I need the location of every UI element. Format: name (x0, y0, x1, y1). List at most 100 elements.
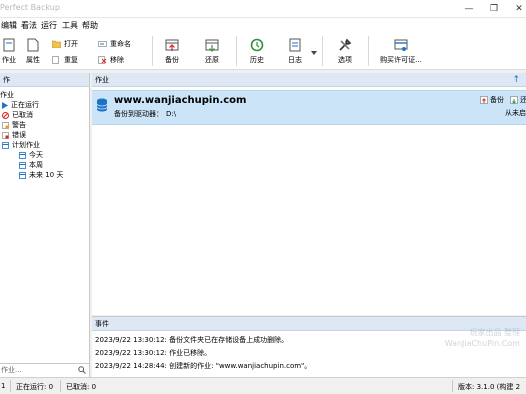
title-bar[interactable]: Perfect Backup — ❐ ✕ (0, 0, 526, 18)
calendar-icon (19, 171, 26, 179)
search-placeholder: 作业... (1, 366, 22, 374)
job-name: www.wanjiachupin.com (114, 95, 247, 106)
job-destination-label: 备份到驱动器： (114, 110, 163, 118)
restore-tool-button[interactable]: 还原 (200, 38, 224, 65)
toolbar-separator (236, 36, 237, 66)
menu-view[interactable]: 看法 (21, 20, 37, 31)
status-separator (452, 380, 453, 392)
minimize-button[interactable]: — (462, 2, 476, 16)
toolbar-separator (368, 36, 369, 66)
backup-button[interactable]: 备份 (160, 38, 184, 65)
log-icon (289, 38, 301, 52)
options-label: 选项 (338, 56, 352, 64)
calendar-icon (19, 161, 26, 169)
status-cancelled: 已取消: 0 (66, 383, 97, 391)
warning-icon (2, 121, 9, 129)
history-button[interactable]: 历史 (246, 38, 268, 65)
tree-item-label: 错误 (12, 131, 26, 139)
restore-icon (510, 96, 518, 104)
error-icon (2, 131, 9, 139)
reset-label: 重复 (64, 56, 78, 64)
menu-help[interactable]: 帮助 (82, 20, 98, 31)
buy-license-label: 购买许可证... (380, 56, 422, 64)
job-backup-label: 备份 (490, 96, 504, 104)
job-item[interactable]: www.wanjiachupin.com 备份到驱动器： D:\ 备份 还 从未启 (92, 90, 526, 125)
left-pane-header: 作 (0, 73, 89, 87)
jobs-header-label: 作业 (95, 76, 109, 84)
tree-item-scheduled[interactable]: 计划作业 (2, 140, 40, 150)
log-button[interactable]: 日志 (284, 38, 306, 65)
toolbar-separator (152, 36, 153, 66)
menu-tools[interactable]: 工具 (62, 20, 78, 31)
tree-item-label: 作业 (0, 91, 14, 99)
events-pane-header: 事件 (92, 317, 526, 331)
history-clock-icon (250, 38, 264, 52)
events-pane: 事件 2023/9/22 13:30:12: 备份文件夹已在存储设备上成功删除。… (92, 316, 526, 377)
tree-item-label: 今天 (29, 151, 43, 159)
tools-icon (339, 38, 352, 51)
tree-item-errors[interactable]: 错误 (2, 130, 26, 140)
window-title: Perfect Backup (0, 3, 60, 12)
new-job-button[interactable]: 作业 (0, 38, 18, 65)
calendar-icon (2, 141, 9, 149)
backup-icon (480, 96, 488, 104)
remove-label: 移除 (110, 56, 124, 64)
backup-icon (165, 39, 179, 51)
job-destination: 备份到驱动器： D:\ (114, 109, 176, 119)
job-tree: 作业 正在运行 已取消 警告 错误 计划作业 今天 本周 未来 10 天 (0, 87, 89, 363)
tree-item-label: 警告 (12, 121, 26, 129)
tree-item-label: 已取消 (12, 111, 33, 119)
options-button[interactable]: 选项 (333, 38, 357, 65)
status-separator (10, 380, 11, 392)
close-button[interactable]: ✕ (512, 2, 526, 16)
remove-button[interactable]: 移除 (98, 54, 124, 66)
tree-item-cancelled[interactable]: 已取消 (2, 110, 33, 120)
search-icon[interactable] (78, 366, 86, 374)
tree-item-jobs[interactable]: 作业 (0, 90, 14, 100)
tree-item-next-10-days[interactable]: 未来 10 天 (19, 170, 63, 180)
toolbar-separator (322, 36, 323, 66)
event-row: 2023/9/22 14:28:44: 创建新的作业: "www.wanjiac… (95, 362, 312, 370)
document-icon (27, 38, 39, 52)
restore-button[interactable]: ❐ (487, 2, 501, 16)
status-job-count: 1 (1, 382, 6, 390)
play-icon (2, 101, 8, 109)
job-backup-action[interactable]: 备份 (480, 95, 504, 105)
tree-item-this-week[interactable]: 本周 (19, 160, 43, 170)
menu-run[interactable]: 运行 (41, 20, 57, 31)
log-label: 日志 (288, 56, 302, 64)
event-row: 2023/9/22 13:30:12: 备份文件夹已在存储设备上成功删除。 (95, 336, 289, 344)
rename-icon (98, 41, 107, 47)
job-restore-action[interactable]: 还 (510, 95, 526, 105)
backup-label: 备份 (165, 56, 179, 64)
history-label: 历史 (250, 56, 264, 64)
open-label: 打开 (64, 40, 78, 48)
new-job-label: 作业 (2, 56, 16, 64)
rename-button[interactable]: 重命名 (98, 38, 131, 50)
jobs-pane: 作业 ↑ www.wanjiachupin.com 备份到驱动器： D:\ 备份 … (92, 73, 526, 315)
properties-button[interactable]: 属性 (22, 38, 44, 65)
job-search-input[interactable]: 作业... (0, 363, 89, 377)
tree-item-label: 本周 (29, 161, 43, 169)
properties-label: 属性 (26, 56, 40, 64)
open-button[interactable]: 打开 (52, 38, 78, 50)
tree-item-running[interactable]: 正在运行 (2, 100, 39, 110)
job-restore-label: 还 (520, 96, 526, 104)
status-separator (60, 380, 61, 392)
tree-item-label: 正在运行 (11, 101, 39, 109)
job-icon (3, 38, 15, 52)
status-running: 正在运行: 0 (16, 383, 54, 391)
toolbar: 作业 属性 打开 重命名 重复 移除 备份 还原 历史 日志 选项 购买许可证.… (0, 32, 526, 70)
tree-item-warnings[interactable]: 警告 (2, 120, 26, 130)
remove-icon (98, 56, 107, 64)
menu-edit[interactable]: 编辑 (1, 20, 17, 31)
reset-button[interactable]: 重复 (52, 54, 78, 66)
status-bar: 1 正在运行: 0 已取消: 0 版本: 3.1.0 (构建 2 (0, 377, 526, 394)
tree-item-today[interactable]: 今天 (19, 150, 43, 160)
rename-label: 重命名 (110, 40, 131, 48)
log-dropdown-button[interactable] (311, 47, 317, 59)
tree-item-label: 未来 10 天 (29, 171, 64, 179)
sort-arrow-icon[interactable]: ↑ (512, 73, 520, 87)
license-icon (394, 39, 408, 51)
buy-license-button[interactable]: 购买许可证... (378, 38, 424, 65)
